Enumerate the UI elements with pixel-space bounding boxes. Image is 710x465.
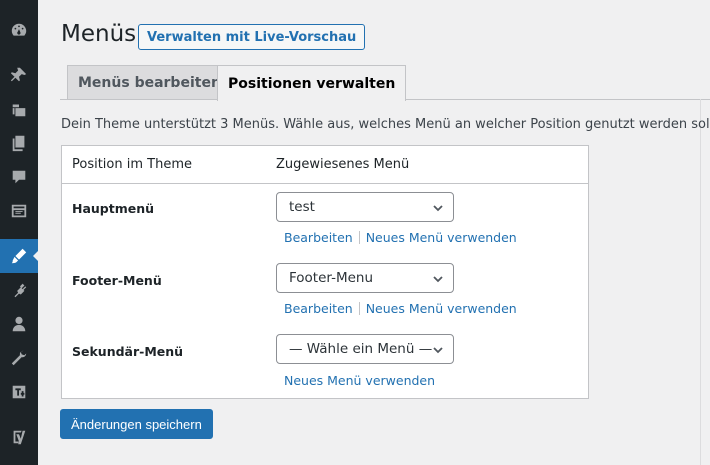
sidebar-item-appearance[interactable]: [0, 239, 39, 273]
sidebar-item-forms[interactable]: [0, 194, 38, 228]
pages-icon: [12, 135, 25, 152]
sidebar-item-posts[interactable]: [0, 58, 38, 92]
use-new-menu-secondary-link[interactable]: Neues Menü verwenden: [284, 373, 435, 388]
settings-icon: [12, 385, 26, 399]
primary-menu-select[interactable]: test: [276, 192, 454, 222]
admin-sidebar: [0, 0, 39, 465]
save-changes-button[interactable]: Änderungen speichern: [60, 409, 213, 439]
column-header-assigned-menu: Zugewiesenes Menü: [276, 157, 410, 172]
manage-live-preview-button[interactable]: Verwalten mit Live-Vorschau: [138, 24, 366, 50]
footer-menu-selected-value: Footer-Menu: [289, 270, 374, 286]
posts-pin-icon: [10, 67, 27, 82]
dashboard-icon: [11, 23, 27, 36]
sidebar-item-pages[interactable]: [0, 126, 38, 160]
location-label-primary: Hauptmenü: [72, 201, 155, 216]
yoast-icon: [13, 430, 26, 445]
page-title: Menüs: [61, 21, 137, 47]
forms-icon: [11, 204, 27, 218]
sidebar-item-users[interactable]: [0, 307, 38, 341]
tools-wrench-icon: [11, 350, 27, 366]
secondary-menu-links: Neues Menü verwenden: [284, 373, 435, 388]
sidebar-item-dashboard[interactable]: [0, 13, 38, 47]
secondary-menu-selected-value: — Wähle ein Menü —: [289, 341, 433, 357]
use-new-menu-footer-link[interactable]: Neues Menü verwenden: [366, 301, 517, 316]
sidebar-item-seo[interactable]: [0, 420, 38, 454]
comments-icon: [12, 170, 26, 184]
sidebar-item-tools[interactable]: [0, 341, 38, 375]
chevron-down-icon: [432, 273, 444, 285]
link-separator: [358, 231, 360, 244]
users-icon: [12, 316, 26, 332]
footer-menu-select[interactable]: Footer-Menu: [276, 263, 454, 293]
location-label-secondary: Sekundär-Menü: [72, 344, 184, 359]
footer-menu-links: Bearbeiten Neues Menü verwenden: [284, 301, 517, 316]
content-edge-line: [700, 99, 701, 465]
menu-locations-table: Position im Theme Zugewiesenes Menü Haup…: [61, 145, 589, 399]
column-header-position: Position im Theme: [72, 157, 192, 172]
table-header: Position im Theme Zugewiesenes Menü: [62, 146, 588, 184]
sidebar-item-comments[interactable]: [0, 160, 38, 194]
media-icon: [12, 104, 26, 117]
appearance-brush-icon: [11, 248, 27, 264]
tab-manage-locations[interactable]: Positionen verwalten: [217, 65, 407, 101]
sidebar-item-plugins[interactable]: [0, 273, 38, 307]
edit-primary-menu-link[interactable]: Bearbeiten: [284, 230, 353, 245]
chevron-down-icon: [432, 202, 444, 214]
sidebar-item-media[interactable]: [0, 92, 38, 126]
chevron-down-icon: [432, 344, 444, 356]
primary-menu-links: Bearbeiten Neues Menü verwenden: [284, 230, 517, 245]
link-separator: [358, 302, 360, 315]
use-new-menu-primary-link[interactable]: Neues Menü verwenden: [366, 230, 517, 245]
primary-menu-selected-value: test: [289, 199, 315, 215]
locations-description: Dein Theme unterstützt 3 Menüs. Wähle au…: [61, 117, 710, 132]
current-menu-arrow: [33, 250, 39, 262]
sidebar-item-settings[interactable]: [0, 375, 38, 409]
tab-edit-menus[interactable]: Menüs bearbeiten: [67, 65, 232, 99]
location-label-footer: Footer-Menü: [72, 273, 162, 288]
secondary-menu-select[interactable]: — Wähle ein Menü —: [276, 334, 454, 364]
plugins-icon: [14, 282, 27, 298]
edit-footer-menu-link[interactable]: Bearbeiten: [284, 301, 353, 316]
